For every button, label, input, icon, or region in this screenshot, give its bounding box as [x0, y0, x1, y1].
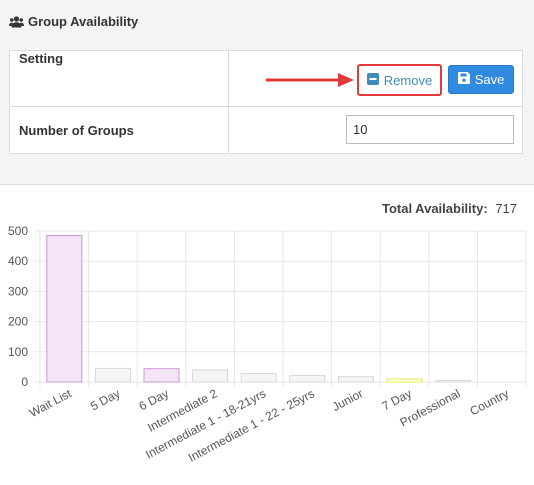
chart-bar — [94, 367, 131, 383]
remove-button[interactable]: Remove — [357, 64, 442, 96]
panel-title-text: Group Availability — [28, 14, 139, 29]
number-of-groups-input[interactable] — [346, 115, 514, 144]
y-axis-ticks: 0 100 200 300 400 500 — [8, 224, 28, 389]
setting-actions: Remove Save — [357, 64, 514, 96]
y-tick-label: 200 — [8, 315, 28, 329]
chart-bar — [192, 369, 229, 383]
chart-bar — [337, 376, 374, 383]
chart-bar — [240, 373, 277, 383]
save-button[interactable]: Save — [448, 65, 514, 94]
y-tick-label: 100 — [8, 345, 28, 359]
panel-title: Group Availability — [9, 14, 138, 29]
chart-grid — [35, 230, 527, 387]
x-tick-label: Wait List — [27, 386, 74, 420]
remove-button-label: Remove — [383, 72, 433, 88]
annotation-arrow — [266, 73, 354, 87]
x-tick-label: 5 Day — [88, 386, 122, 413]
x-tick-label: Country — [467, 386, 511, 418]
y-tick-label: 300 — [8, 284, 28, 298]
setting-label: Setting — [9, 50, 229, 107]
floppy-disk-icon — [457, 72, 470, 87]
chart-bars — [46, 235, 472, 383]
save-button-label: Save — [474, 72, 505, 87]
y-tick-label: 0 — [21, 375, 28, 389]
group-availability-panel: Group Availability Setting Number of Gro… — [0, 0, 534, 185]
groups-label: Number of Groups — [9, 106, 229, 154]
chart-bar — [46, 235, 83, 383]
chart-bar — [435, 379, 472, 383]
chart-bar — [386, 378, 423, 383]
y-tick-label: 500 — [8, 224, 28, 238]
y-tick-label: 400 — [8, 254, 28, 268]
total-availability-label: Total Availability: — [381, 201, 488, 216]
total-availability: Total Availability: 717 — [382, 201, 517, 216]
chart-bar — [289, 374, 326, 383]
x-tick-label: Junior — [330, 386, 365, 414]
chart-bar — [143, 368, 180, 383]
users-icon — [9, 15, 24, 28]
x-axis-labels: Wait List 5 Day 6 DayIntermediate 2Interme… — [27, 386, 511, 465]
x-tick-label: 6 Day — [137, 386, 171, 413]
x-tick-label: 7 Day — [380, 386, 414, 413]
total-availability-value: 717 — [495, 201, 517, 216]
minus-square-icon — [366, 72, 379, 88]
availability-chart: 0100200300400500 Wait List 5 Day 6 DayInte… — [8, 224, 527, 465]
